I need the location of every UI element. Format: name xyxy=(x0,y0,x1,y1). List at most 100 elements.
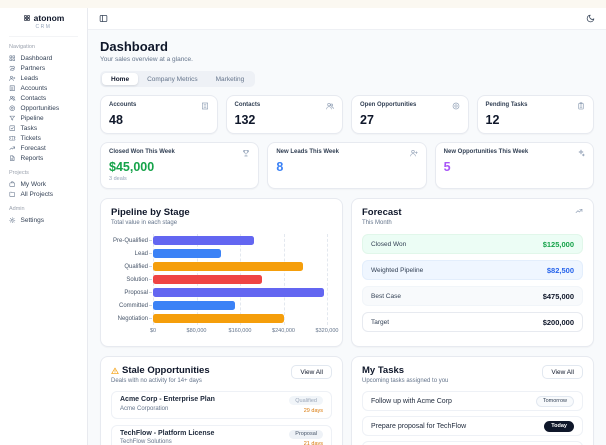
funnel-icon xyxy=(9,115,16,122)
stat-label: New Leads This Week xyxy=(276,149,339,155)
stat-card-new-opportunities-week: New Opportunities This Week 5 xyxy=(434,142,594,189)
task-row[interactable]: Schedule demo with Horizon Labs Feb 25 xyxy=(362,441,583,445)
chart-category-label: Committed xyxy=(118,302,148,309)
opportunity-company: TechFlow Solutions xyxy=(120,439,172,445)
layout-grid-icon xyxy=(9,55,16,62)
stat-value: $45,000 xyxy=(109,160,155,174)
chart-bar-row: Negotiation xyxy=(118,312,327,325)
sidebar-item-label: My Work xyxy=(20,180,47,188)
chart-bar xyxy=(153,261,303,272)
stale-opportunity-row[interactable]: Acme Corp - Enterprise Plan Acme Corpora… xyxy=(111,391,332,419)
task-row[interactable]: Follow up with Acme Corp Tomorrow xyxy=(362,391,583,411)
dashboard-content: Dashboard Your sales overview at a glanc… xyxy=(88,30,606,445)
forecast-row-label: Target xyxy=(371,318,390,326)
sidebar-item-contacts[interactable]: Contacts xyxy=(9,93,78,103)
sidebar-item-label: Contacts xyxy=(20,94,47,102)
stat-label: New Opportunities This Week xyxy=(443,149,529,155)
tab-marketing[interactable]: Marketing xyxy=(207,73,254,85)
stale-list: Acme Corp - Enterprise Plan Acme Corpora… xyxy=(111,391,332,445)
tab-home[interactable]: Home xyxy=(102,73,139,85)
trophy-icon xyxy=(242,149,250,157)
forecast-title: Forecast xyxy=(362,207,402,218)
sidebar-item-label: Opportunities xyxy=(20,104,60,112)
forecast-row-value: $125,000 xyxy=(542,239,574,249)
forecast-row-best-case: Best Case $475,000 xyxy=(362,286,583,306)
stats-row-1: Accounts 48 Contacts 132 Open Opportunit… xyxy=(100,95,594,134)
nav-section-admin: Admin xyxy=(9,206,25,212)
sparkles-icon xyxy=(577,149,585,157)
sidebar-item-tickets[interactable]: Tickets xyxy=(9,133,78,143)
sidebar-item-label: Forecast xyxy=(20,144,46,152)
stat-value: 48 xyxy=(109,113,123,127)
forecast-row-label: Best Case xyxy=(371,292,401,300)
trending-up-icon xyxy=(9,145,16,152)
tab-company-metrics[interactable]: Company Metrics xyxy=(138,73,207,85)
sidebar-item-pipeline[interactable]: Pipeline xyxy=(9,113,78,123)
sidebar-item-settings[interactable]: Settings xyxy=(9,215,78,225)
forecast-row-value: $475,000 xyxy=(542,291,574,301)
folder-icon xyxy=(9,191,16,198)
stat-label: Closed Won This Week xyxy=(109,149,175,155)
stale-view-all-button[interactable]: View All xyxy=(291,365,332,379)
stage-badge: Qualified xyxy=(289,396,323,405)
stat-card-pending-tasks: Pending Tasks 12 xyxy=(476,95,594,134)
page-subtitle: Your sales overview at a glance. xyxy=(100,56,193,63)
opportunity-name: Acme Corp - Enterprise Plan xyxy=(120,396,215,403)
clipboard-icon xyxy=(577,102,585,110)
sidebar-item-label: Tickets xyxy=(20,134,41,142)
sidebar-item-all-projects[interactable]: All Projects xyxy=(9,189,78,199)
brand: atonom CRM xyxy=(9,8,78,37)
sidebar-item-opportunities[interactable]: Opportunities xyxy=(9,103,78,113)
stat-label: Contacts xyxy=(234,102,261,108)
file-text-icon xyxy=(9,155,16,162)
sidebar-item-reports[interactable]: Reports xyxy=(9,153,78,163)
stage-badge: Proposal xyxy=(289,429,323,439)
pipeline-subtitle: Total value in each stage xyxy=(111,220,178,226)
stat-card-closed-won-week: Closed Won This Week $45,000 3 deals xyxy=(100,142,260,189)
check-square-icon xyxy=(9,125,16,132)
stat-value: 132 xyxy=(234,113,256,127)
sidebar-item-tasks[interactable]: Tasks xyxy=(9,123,78,133)
stat-card-contacts: Contacts 132 xyxy=(225,95,343,134)
sidebar-item-leads[interactable]: Leads xyxy=(9,73,78,83)
chart-bar-row: Solution xyxy=(126,273,327,286)
sidebar-item-label: Reports xyxy=(20,154,44,162)
users-icon xyxy=(326,102,334,110)
stale-title: Stale Opportunities xyxy=(122,365,210,376)
target-icon xyxy=(9,105,16,112)
stat-card-open-opportunities: Open Opportunities 27 xyxy=(351,95,469,134)
opportunity-company: Acme Corporation xyxy=(120,405,169,412)
app-frame: atonom CRM Navigation Dashboard Partners… xyxy=(0,8,606,445)
sidebar-item-label: Accounts xyxy=(20,84,48,92)
page-title: Dashboard xyxy=(100,39,168,54)
forecast-rows: Closed Won $125,000 Weighted Pipeline $8… xyxy=(362,234,583,332)
task-row[interactable]: Prepare proposal for TechFlow Today xyxy=(362,416,583,436)
chart-category-label: Pre-Qualified xyxy=(112,237,148,244)
tasks-title: My Tasks xyxy=(362,365,405,376)
target-icon xyxy=(452,102,460,110)
panel-left-icon[interactable] xyxy=(99,14,108,23)
nav-section-projects: Projects xyxy=(9,170,29,176)
sidebar-item-forecast[interactable]: Forecast xyxy=(9,143,78,153)
moon-icon[interactable] xyxy=(586,14,595,23)
sidebar-item-accounts[interactable]: Accounts xyxy=(9,83,78,93)
stale-opportunity-row[interactable]: TechFlow - Platform License TechFlow Sol… xyxy=(111,424,332,445)
gear-icon xyxy=(9,217,16,224)
sidebar-item-dashboard[interactable]: Dashboard xyxy=(9,53,78,63)
sidebar-item-my-work[interactable]: My Work xyxy=(9,179,78,189)
pipeline-x-axis: $0 $80,000 $160,000 $240,000 $320,000 xyxy=(149,328,339,334)
briefcase-icon xyxy=(9,181,16,188)
brand-sub: CRM xyxy=(35,24,52,30)
tasks-view-all-button[interactable]: View All xyxy=(542,365,583,379)
stat-subtext: 3 deals xyxy=(109,176,127,182)
sidebar-item-partners[interactable]: Partners xyxy=(9,63,78,73)
main-area: Dashboard Your sales overview at a glanc… xyxy=(88,8,606,445)
forecast-subtitle: This Month xyxy=(362,220,392,226)
sidebar-item-label: Tasks xyxy=(20,124,38,132)
window-top-strip xyxy=(0,0,606,8)
sidebar-item-label: Dashboard xyxy=(20,54,53,62)
chart-bar-row: Proposal xyxy=(124,286,327,299)
stat-value: 12 xyxy=(485,113,500,127)
middle-row: Pipeline by Stage Total value in each st… xyxy=(100,198,594,347)
stats-row-2: Closed Won This Week $45,000 3 deals New… xyxy=(100,142,594,189)
